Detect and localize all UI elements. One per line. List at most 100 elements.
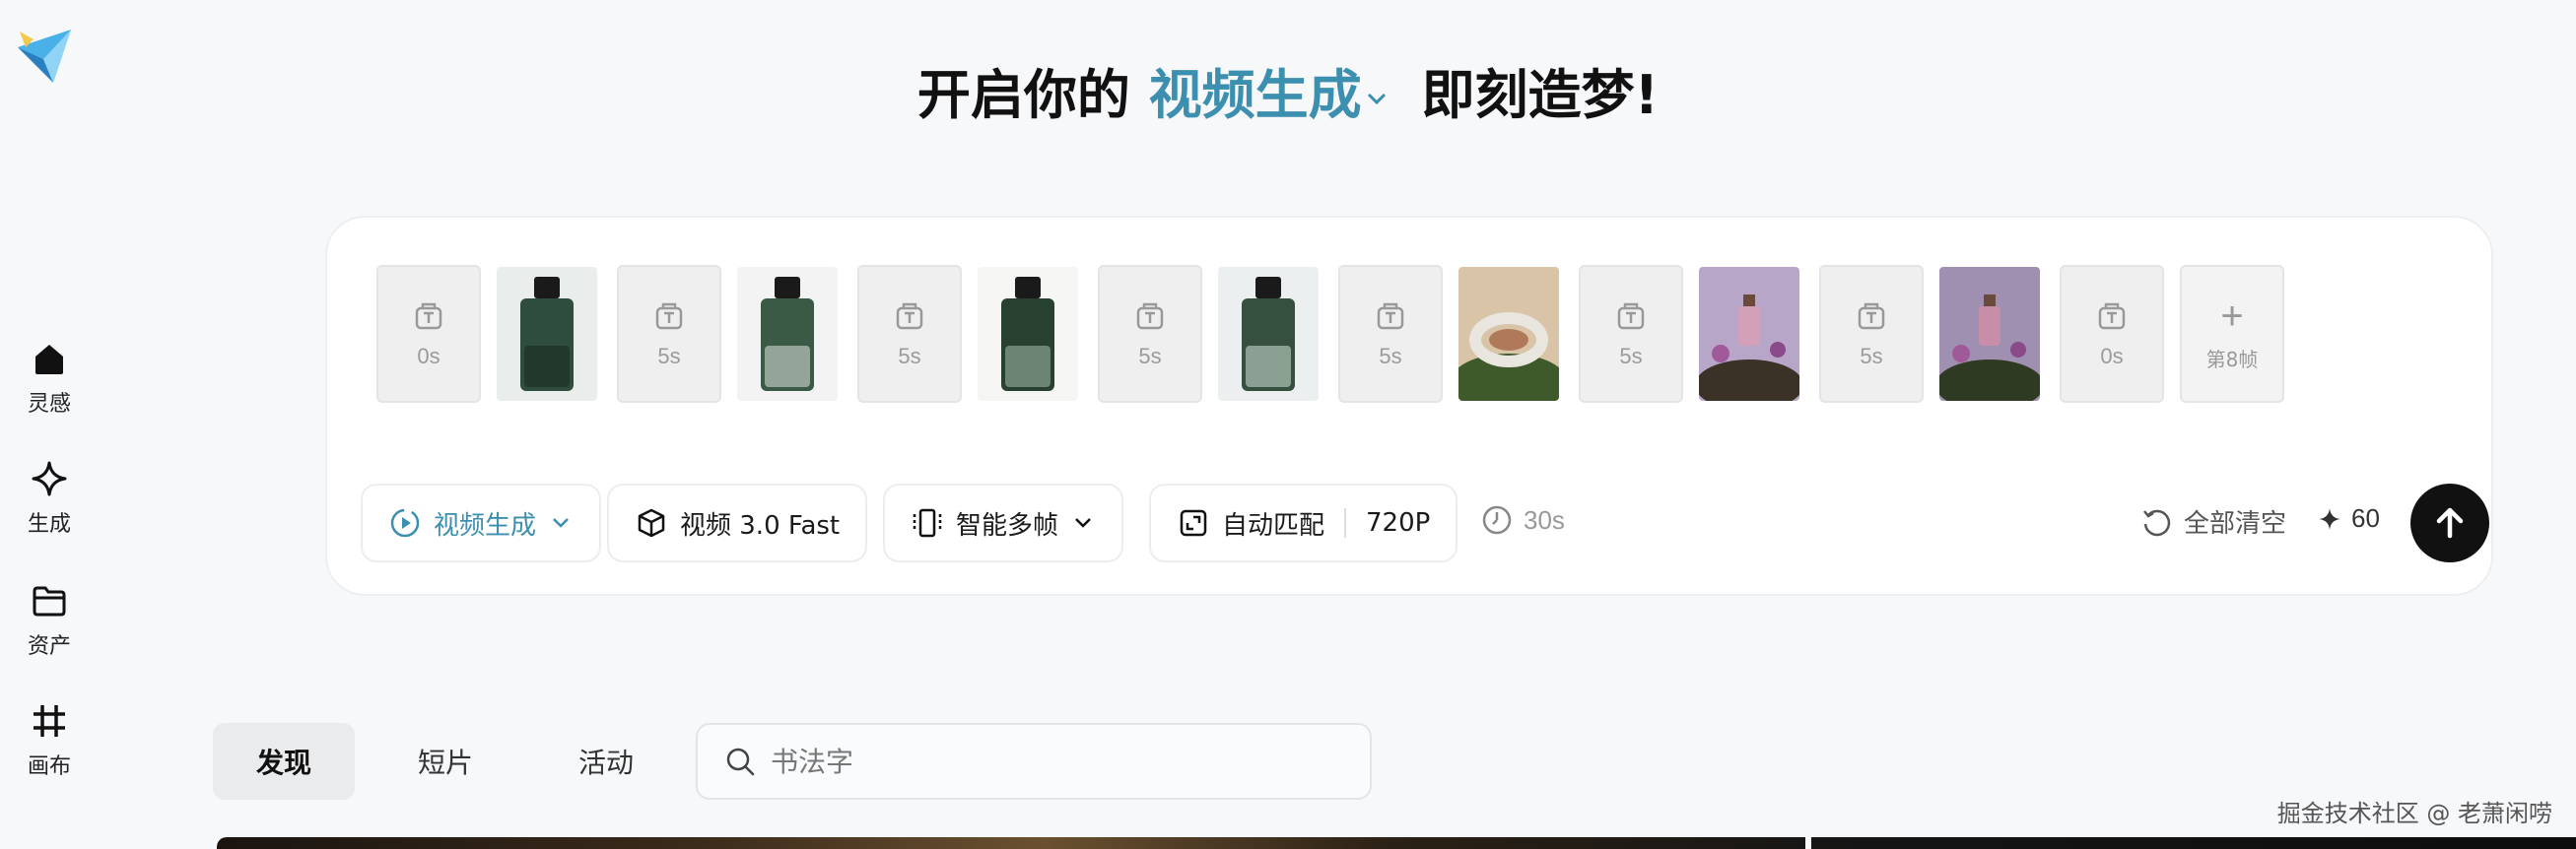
search-box[interactable] [696,723,1372,800]
sidebar-item-label: 灵感 [27,392,71,417]
cube-icon [638,508,665,538]
frames-mode-dropdown[interactable]: 智能多帧 [883,484,1124,562]
sidebar-item-label: 生成 [27,512,71,537]
search-icon [726,748,755,776]
add-frame-label: 第8帧 [2205,347,2259,371]
chevron-down-icon [1367,94,1386,105]
composer-toolbar: 视频生成 视频 3.0 Fast 智能多帧 自动匹配 720P 30s 全部清空… [361,484,2489,562]
aspect-resolution-selector[interactable]: 自动匹配 720P [1149,484,1458,562]
keyframe-thumbnail [978,267,1078,401]
title-suffix: 即刻造梦! [1421,64,1660,126]
keyframe-slot[interactable]: 5s [857,265,962,403]
keyframe-thumbnail [1939,267,2040,401]
duration-selector[interactable]: 30s [1480,503,1565,537]
keyframe-slot[interactable]: 5s [617,265,721,403]
search-input[interactable] [771,745,1322,778]
feed-divider [1805,837,1811,849]
keyframe-slot[interactable]: 0s [376,265,481,403]
sidebar-item-inspiration[interactable]: 灵感 [0,339,99,418]
sidebar-item-label: 画布 [27,754,71,779]
text-frame-icon [896,302,923,330]
keyframe-thumbnail [1218,267,1319,401]
folder-icon [33,586,66,617]
resolution-label: 720P [1366,508,1431,538]
watermark: 掘金技术社区 @ 老萧闲唠 [2276,800,2552,827]
keyframe-slot[interactable]: 5s [1098,265,1202,403]
aspect-ratio-label: 自动匹配 [1222,510,1325,541]
tab-label: 发现 [256,747,312,779]
text-frame-icon [1858,302,1885,330]
tab-label: 短片 [418,747,474,779]
clear-all-button[interactable]: 全部清空 [2140,503,2286,540]
mode-selector[interactable]: 视频生成 [1149,64,1403,126]
keyframe-thumbnail [497,267,597,401]
keyframe-duration: 5s [1138,344,1162,368]
keyframe-duration: 5s [1379,344,1402,368]
video-play-icon [390,508,420,538]
keyframe-thumbnail [1699,267,1799,401]
text-frame-icon [2098,302,2126,330]
keyframe-image[interactable] [737,267,838,401]
canvas-grid-icon [34,705,65,737]
keyframe-duration: 5s [1619,344,1643,368]
keyframe-duration: 0s [2100,344,2124,368]
keyframe-image[interactable] [1218,267,1319,401]
text-frame-icon [1136,302,1164,330]
keyframe-duration: 5s [898,344,921,368]
credits-counter: 60 [2318,503,2380,534]
credits-value: 60 [2351,503,2380,533]
aspect-ratio-icon [1180,509,1207,537]
tab-events[interactable]: 活动 [535,723,677,800]
duration-label: 30s [1524,504,1565,535]
model-label: 视频 3.0 Fast [680,510,841,541]
divider [1344,508,1347,538]
text-frame-icon [1617,302,1645,330]
multi-frame-icon [913,508,942,538]
sidebar-item-canvas[interactable]: 画布 [0,701,99,780]
keyframe-image[interactable] [978,267,1078,401]
chevron-down-icon [1075,518,1091,528]
tab-discover[interactable]: 发现 [213,723,356,800]
text-frame-icon [415,302,442,330]
keyframe-duration: 5s [657,344,681,368]
page-title: 开启你的 视频生成 即刻造梦! [0,51,2576,129]
keyframe-thumbnail [1458,267,1559,401]
frames-mode-label: 智能多帧 [956,510,1059,541]
tab-shorts[interactable]: 短片 [374,723,516,800]
keyframe-image[interactable] [1458,267,1559,401]
keyframe-strip: 0s 5s 5s 5s 5s 5s 5s 0s + 第8帧 [376,265,2284,403]
mode-selector-label: 视频生成 [1148,64,1362,126]
text-frame-icon [655,302,683,330]
chevron-down-icon [553,518,569,528]
feed-preview[interactable] [217,837,2576,849]
keyframe-image[interactable] [1939,267,2040,401]
sidebar-item-label: 资产 [27,634,71,659]
sparkle-icon [2319,507,2340,530]
keyframe-duration: 0s [417,344,441,368]
clear-all-label: 全部清空 [2184,509,2287,539]
sidebar-item-assets[interactable]: 资产 [0,581,99,660]
keyframe-slot[interactable]: 5s [1819,265,1924,403]
prompt-composer: 0s 5s 5s 5s 5s 5s 5s 0s + 第8帧 视频生成 视频 3.0 Fast [325,216,2493,596]
keyframe-slot[interactable]: 0s [2060,265,2164,403]
keyframe-slot[interactable]: 5s [1338,265,1443,403]
home-icon [35,345,63,374]
keyframe-duration: 5s [1860,344,1883,368]
generation-mode-label: 视频生成 [434,510,537,541]
reset-icon [2143,509,2171,536]
arrow-up-icon [2436,507,2464,539]
clock-icon [1482,505,1512,535]
add-frame-button[interactable]: + 第8帧 [2180,265,2284,403]
keyframe-image[interactable] [497,267,597,401]
tab-label: 活动 [578,747,635,779]
text-frame-icon [1377,302,1404,330]
sparkle-icon [32,461,67,496]
plus-icon: + [2220,294,2244,338]
sidebar-item-generate[interactable]: 生成 [0,459,99,538]
keyframe-thumbnail [737,267,838,401]
keyframe-image[interactable] [1699,267,1799,401]
keyframe-slot[interactable]: 5s [1579,265,1683,403]
model-selector[interactable]: 视频 3.0 Fast [607,484,868,562]
generation-mode-dropdown[interactable]: 视频生成 [361,484,602,562]
submit-button[interactable] [2410,484,2489,562]
